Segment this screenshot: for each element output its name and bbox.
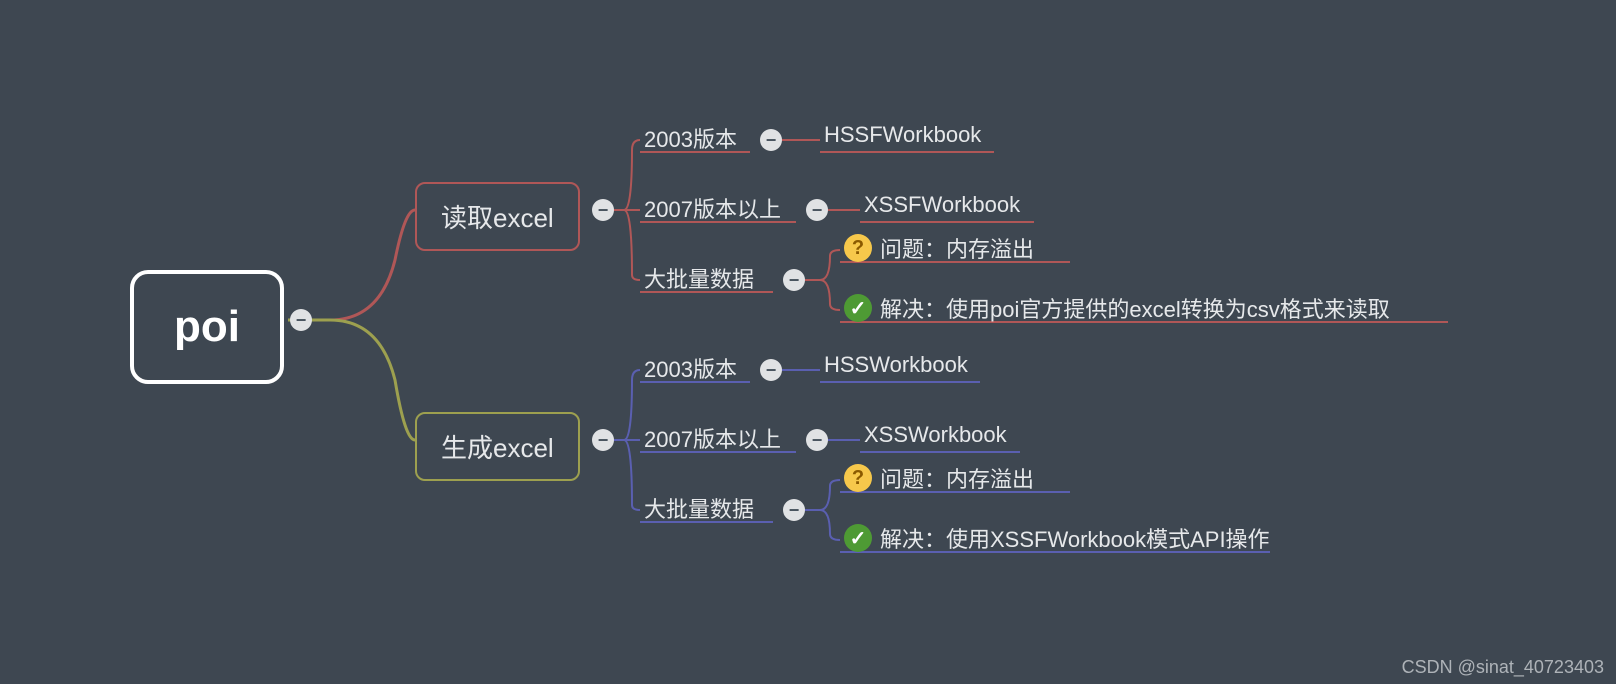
node-bigdata-b[interactable]: 大批量数据 xyxy=(644,492,754,524)
collapse-icon[interactable]: − xyxy=(760,129,782,151)
label: 大批量数据 xyxy=(644,492,754,524)
label: XSSWorkbook xyxy=(864,422,1007,448)
node-problem-b[interactable]: ? 问题：内存溢出 xyxy=(844,462,1034,494)
label: 解决：使用poi官方提供的excel转换为csv格式来读取 xyxy=(880,292,1390,324)
label: 2003版本 xyxy=(644,122,737,154)
node-solution-b[interactable]: ✓ 解决：使用XSSFWorkbook模式API操作 xyxy=(844,522,1270,554)
branch-read-excel[interactable]: 读取excel xyxy=(415,182,580,251)
node-2003-b[interactable]: 2003版本 xyxy=(644,352,737,384)
branch1-label: 读取excel xyxy=(441,198,554,235)
collapse-icon[interactable]: − xyxy=(806,199,828,221)
label: 2003版本 xyxy=(644,352,737,384)
label: HSSWorkbook xyxy=(824,352,968,378)
check-icon: ✓ xyxy=(844,294,872,322)
label: 问题：内存溢出 xyxy=(880,462,1034,494)
collapse-icon[interactable]: − xyxy=(783,269,805,291)
collapse-icon[interactable]: − xyxy=(592,429,614,451)
collapse-icon[interactable]: − xyxy=(592,199,614,221)
branch-gen-excel[interactable]: 生成excel xyxy=(415,412,580,481)
branch2-label: 生成excel xyxy=(441,428,554,465)
root-node[interactable]: poi xyxy=(130,270,284,384)
question-icon: ? xyxy=(844,234,872,262)
node-hss-b[interactable]: HSSWorkbook xyxy=(824,352,968,378)
node-xss-b[interactable]: XSSWorkbook xyxy=(864,422,1007,448)
check-icon: ✓ xyxy=(844,524,872,552)
label: XSSFWorkbook xyxy=(864,192,1020,218)
node-2007-b[interactable]: 2007版本以上 xyxy=(644,422,781,454)
collapse-icon[interactable]: − xyxy=(806,429,828,451)
collapse-icon[interactable]: − xyxy=(783,499,805,521)
node-hssf[interactable]: HSSFWorkbook xyxy=(824,122,981,148)
node-2007[interactable]: 2007版本以上 xyxy=(644,192,781,224)
label: 2007版本以上 xyxy=(644,192,781,224)
watermark: CSDN @sinat_40723403 xyxy=(1402,657,1604,678)
label: 解决：使用XSSFWorkbook模式API操作 xyxy=(880,522,1270,554)
label: HSSFWorkbook xyxy=(824,122,981,148)
label: 2007版本以上 xyxy=(644,422,781,454)
collapse-icon[interactable]: − xyxy=(760,359,782,381)
root-label: poi xyxy=(174,302,240,352)
collapse-icon[interactable]: − xyxy=(290,309,312,331)
node-xssf[interactable]: XSSFWorkbook xyxy=(864,192,1020,218)
node-problem[interactable]: ? 问题：内存溢出 xyxy=(844,232,1034,264)
label: 问题：内存溢出 xyxy=(880,232,1034,264)
node-2003[interactable]: 2003版本 xyxy=(644,122,737,154)
node-solution[interactable]: ✓ 解决：使用poi官方提供的excel转换为csv格式来读取 xyxy=(844,292,1390,324)
node-bigdata[interactable]: 大批量数据 xyxy=(644,262,754,294)
question-icon: ? xyxy=(844,464,872,492)
label: 大批量数据 xyxy=(644,262,754,294)
watermark-text: CSDN @sinat_40723403 xyxy=(1402,657,1604,677)
